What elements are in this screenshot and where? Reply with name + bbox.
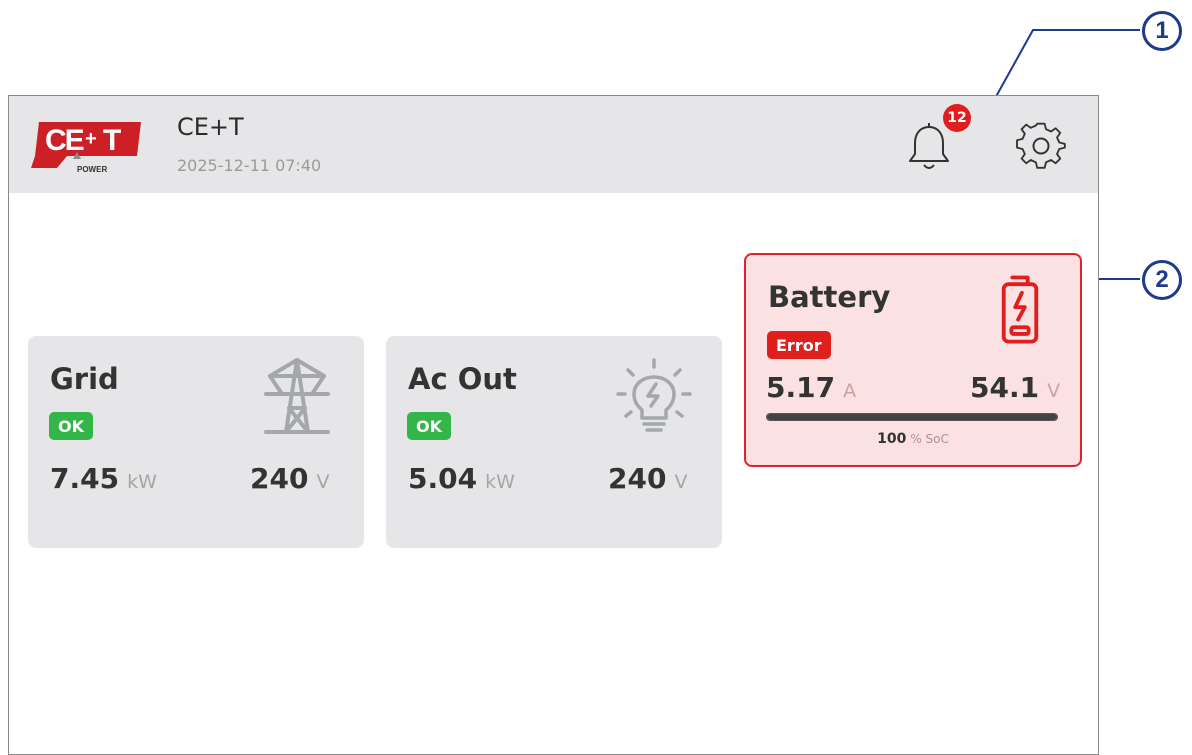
voltage-unit: V [674, 471, 688, 493]
soc-label: 100% SoC [746, 431, 1080, 447]
soc-unit: % SoC [910, 432, 949, 446]
current-unit: A [843, 380, 857, 402]
voltage-metric: 240 V [250, 462, 329, 495]
voltage-value: 240 [608, 462, 667, 495]
card-title: Ac Out [408, 362, 517, 396]
current-metric: 5.17 A [766, 371, 856, 404]
status-badge: OK [49, 412, 93, 440]
power-value: 5.04 [408, 462, 478, 495]
card-title: Grid [50, 362, 119, 396]
svg-text:T: T [103, 124, 121, 157]
power-metric: 5.04 kW [408, 462, 515, 495]
device-screen: CE + T POWER CE+T 2025-12-11 07:40 12 Gr… [8, 95, 1099, 755]
svg-text:POWER: POWER [77, 165, 107, 174]
status-badge: OK [407, 412, 451, 440]
power-metric: 7.45 kW [50, 462, 157, 495]
current-value: 5.17 [766, 371, 836, 404]
card-title: Battery [768, 280, 891, 314]
callout-2: 2 [1142, 260, 1182, 300]
svg-text:+: + [85, 128, 97, 150]
soc-value: 100 [877, 431, 907, 447]
soc-progress-bar [766, 413, 1058, 421]
voltage-unit: V [316, 471, 330, 493]
ac-out-card[interactable]: Ac Out OK 5.04 kW 240 V [386, 336, 722, 548]
power-value: 7.45 [50, 462, 120, 495]
datetime: 2025-12-11 07:40 [177, 156, 322, 175]
transmission-tower-icon [264, 358, 330, 434]
voltage-unit: V [1047, 380, 1061, 402]
voltage-metric: 54.1 V [970, 371, 1060, 404]
grid-card[interactable]: Grid OK 7.45 kW 240 V [28, 336, 364, 548]
battery-card[interactable]: Battery Error 5.17 A 54.1 V 100% SoC [744, 253, 1082, 467]
notification-badge: 12 [943, 104, 971, 132]
light-bulb-icon [616, 358, 692, 432]
voltage-value: 54.1 [970, 371, 1040, 404]
soc-progress-fill [767, 414, 1057, 420]
cet-logo: CE + T POWER [31, 122, 141, 174]
power-unit: kW [127, 471, 157, 493]
voltage-metric: 240 V [608, 462, 687, 495]
battery-charging-icon [1001, 275, 1039, 344]
callout-1: 1 [1142, 11, 1182, 51]
site-name: CE+T [177, 113, 244, 141]
power-unit: kW [485, 471, 515, 493]
gear-icon[interactable] [1015, 120, 1067, 172]
voltage-value: 240 [250, 462, 309, 495]
status-badge: Error [767, 331, 831, 359]
svg-text:CE: CE [45, 124, 84, 157]
bell-icon[interactable] [905, 121, 953, 173]
app-header: CE + T POWER CE+T 2025-12-11 07:40 12 [9, 96, 1098, 193]
